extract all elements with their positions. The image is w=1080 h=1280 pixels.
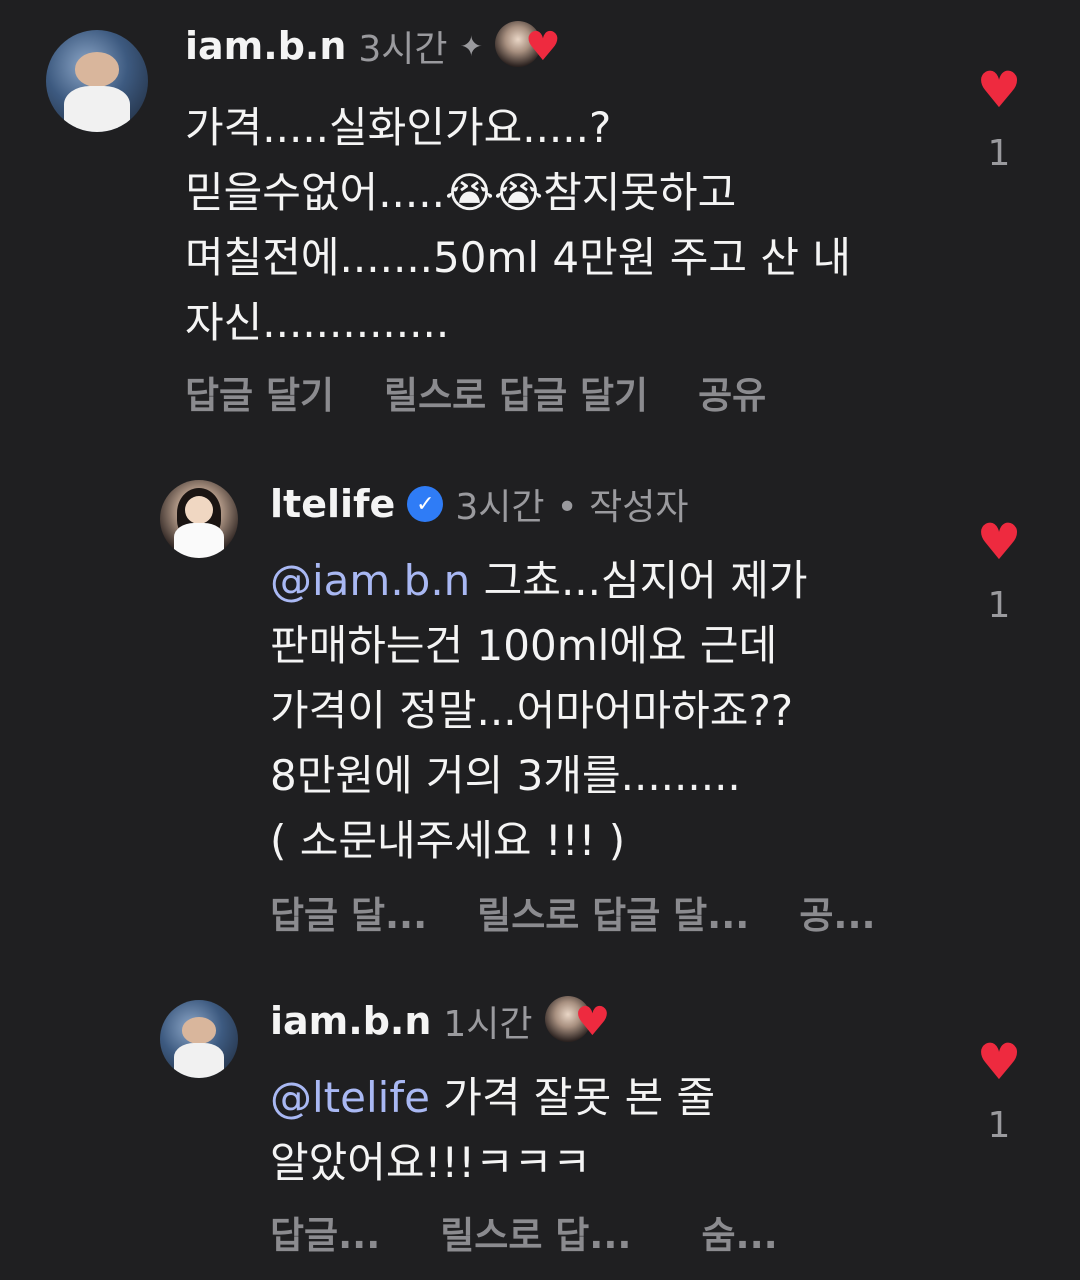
reply-button[interactable]: 답글 달...: [270, 885, 427, 939]
mention-link[interactable]: @ltelife: [270, 1073, 430, 1122]
hide-button[interactable]: 숨...: [701, 1205, 777, 1259]
avatar[interactable]: [160, 1000, 238, 1078]
username[interactable]: ltelife: [270, 482, 395, 526]
comment-text: 가격.....실화인가요.....? 믿을수없어.....😭😭참지못하고 며칠전…: [185, 103, 852, 347]
username[interactable]: iam.b.n: [185, 24, 346, 68]
author-label: • 작성자: [556, 487, 689, 528]
username[interactable]: iam.b.n: [270, 999, 431, 1043]
liked-by-author-icon: ♥: [495, 21, 561, 71]
avatar[interactable]: [160, 480, 238, 558]
timestamp: 1시간: [443, 1004, 533, 1045]
share-button[interactable]: 공유: [698, 365, 766, 419]
timestamp: 3시간: [455, 487, 545, 528]
like-button[interactable]: ♥ 1: [974, 65, 1024, 174]
share-button[interactable]: 공...: [799, 885, 875, 939]
like-count: 1: [987, 133, 1011, 174]
heart-icon[interactable]: ♥: [974, 517, 1024, 567]
like-count: 1: [987, 585, 1011, 626]
heart-icon[interactable]: ♥: [974, 65, 1024, 115]
like-button[interactable]: ♥ 1: [974, 1037, 1024, 1146]
reply-button[interactable]: 답글...: [270, 1205, 380, 1259]
like-count: 1: [987, 1105, 1011, 1146]
mention-link[interactable]: @iam.b.n: [270, 556, 470, 605]
like-button[interactable]: ♥ 1: [974, 517, 1024, 626]
reply-with-reels-button[interactable]: 릴스로 답글 달...: [477, 885, 749, 939]
liked-by-author-icon: ♥: [544, 996, 610, 1046]
timestamp: 3시간: [358, 29, 448, 70]
heart-icon[interactable]: ♥: [974, 1037, 1024, 1087]
reply-button[interactable]: 답글 달기: [185, 365, 334, 419]
verified-icon: ✓: [407, 486, 444, 522]
comment-text: @ltelife 가격 잘못 본 줄 알았어요!!!ㅋㅋㅋ: [270, 1065, 950, 1195]
reply-with-reels-button[interactable]: 릴스로 답...: [440, 1205, 631, 1259]
comment-text: @iam.b.n 그쵸...심지어 제가 판매하는건 100ml에요 근데 가격…: [270, 548, 950, 873]
pin-icon: ✦: [459, 29, 484, 63]
avatar[interactable]: [46, 30, 148, 132]
reply-with-reels-button[interactable]: 릴스로 답글 달기: [384, 365, 648, 419]
